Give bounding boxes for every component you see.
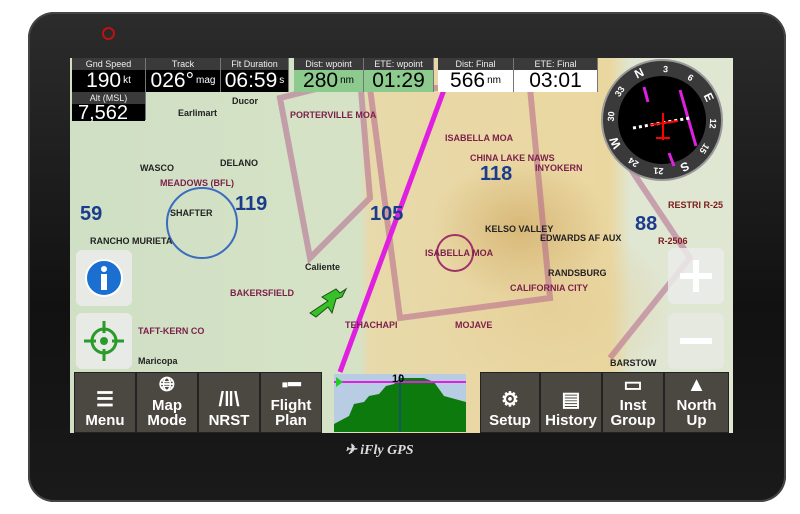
map-label: WASCO — [140, 163, 175, 173]
altitude-field[interactable]: Alt (MSL) 7,562 — [72, 92, 146, 123]
gnd-speed-field[interactable]: Gnd Speed 190 kt — [72, 58, 146, 92]
setup-button[interactable]: ⚙ Setup — [480, 372, 540, 433]
map-label: Earlimart — [178, 108, 218, 118]
flight-plan-button[interactable]: ▪━ Flight Plan — [260, 372, 322, 433]
ete-final-field[interactable]: ETE: Final 03:01 — [514, 58, 598, 92]
flight-plan-icon: ▪━ — [281, 374, 301, 396]
map-label: Ducor — [232, 96, 259, 106]
compass-label: 12 — [708, 118, 719, 129]
inst-group-button[interactable]: ▭ Inst Group — [602, 372, 664, 433]
track-field[interactable]: Track 026° mag — [146, 58, 221, 92]
north-arrow-icon: ▲ — [686, 374, 707, 396]
center-on-aircraft-button[interactable] — [76, 313, 132, 369]
map-label: 88 — [635, 213, 658, 235]
crosshair-icon — [84, 321, 124, 361]
map-label: Maricopa — [138, 356, 178, 366]
map-label: MEADOWS (BFL) — [160, 178, 234, 188]
map-label: PORTERVILLE MOA — [290, 110, 377, 120]
aircraft-icon — [309, 287, 348, 318]
map-label: ISABELLA MOA — [445, 133, 514, 143]
map-label: 105 — [370, 203, 404, 225]
ete-wpoint-field[interactable]: ETE: wpoint 01:29 — [364, 58, 434, 92]
map-label: INYOKERN — [535, 163, 583, 173]
instrument-icon: ▭ — [623, 374, 643, 396]
map-label: 59 — [80, 203, 103, 225]
nrst-button[interactable]: /‖\ NRST — [198, 372, 260, 433]
dist-wpoint-field[interactable]: Dist: wpoint 280 nm — [294, 58, 364, 92]
history-button[interactable]: ▤ History — [540, 372, 602, 433]
globe-icon: 🌐︎ — [159, 374, 175, 396]
moa-boundary — [276, 74, 374, 265]
power-led — [102, 27, 115, 40]
map-label: ISABELLA MOA — [425, 248, 494, 258]
map-label: BAKERSFIELD — [230, 288, 295, 298]
flt-duration-field[interactable]: Flt Duration 06:59 s — [221, 58, 289, 92]
map-label: Caliente — [305, 262, 341, 272]
class-c-airspace — [166, 187, 238, 259]
terrain-profile[interactable]: 10 — [334, 374, 466, 432]
map-label: R-2506 — [658, 236, 688, 246]
map-label: MOJAVE — [455, 320, 493, 330]
minus-icon — [680, 338, 712, 344]
map-mode-button[interactable]: 🌐︎ Map Mode — [136, 372, 198, 433]
hsi-compass[interactable]: N 36E1215S2124W3033 — [600, 58, 730, 183]
dist-final-field[interactable]: Dist: Final 566 nm — [438, 58, 514, 92]
map-label: 118 — [480, 163, 513, 185]
compass-label: 21 — [653, 166, 664, 177]
profile-altitude-label: 10 — [392, 374, 404, 385]
bottom-toolbar: ☰ Menu 🌐︎ Map Mode /‖\ NRST ▪━ Flight Plan 10 … — [70, 372, 733, 433]
menu-button[interactable]: ☰ Menu — [74, 372, 136, 433]
map-label: 119 — [235, 193, 268, 215]
map-label: RANDSBURG — [548, 268, 607, 278]
ifly-logo: ✈ iFly GPS — [345, 443, 414, 458]
map-label: BARSTOW — [610, 358, 657, 368]
zoom-in-button[interactable] — [668, 248, 724, 304]
menu-icon: ☰ — [96, 389, 114, 411]
compass-label: 30 — [606, 111, 617, 122]
plus-icon — [680, 260, 712, 292]
zoom-out-button[interactable] — [668, 313, 724, 369]
north-up-button[interactable]: ▲ North Up — [664, 372, 729, 433]
map-label: EDWARDS AF AUX — [540, 233, 622, 243]
map-label: TAFT-KERN CO — [138, 326, 205, 336]
map-label: DELANO — [220, 158, 258, 168]
gear-icon: ⚙ — [501, 389, 519, 411]
info-icon — [85, 259, 123, 297]
map-label: RANCHO MURIETA — [90, 236, 173, 246]
runway-icon: /‖\ — [218, 389, 240, 411]
map-label: TEHACHAPI — [345, 320, 398, 330]
gps-screen: PORTERVILLE MOA ISABELLA MOA ISABELLA MO… — [70, 58, 733, 433]
document-icon: ▤ — [561, 389, 581, 411]
map-label: CHINA LAKE NAWS — [470, 153, 555, 163]
map-label: RESTRI R-25 — [668, 200, 724, 210]
map-label: CALIFORNIA CITY — [510, 283, 589, 293]
compass-label: 3 — [663, 64, 669, 74]
info-button[interactable] — [76, 250, 132, 306]
map-label: SHAFTER — [170, 208, 213, 218]
